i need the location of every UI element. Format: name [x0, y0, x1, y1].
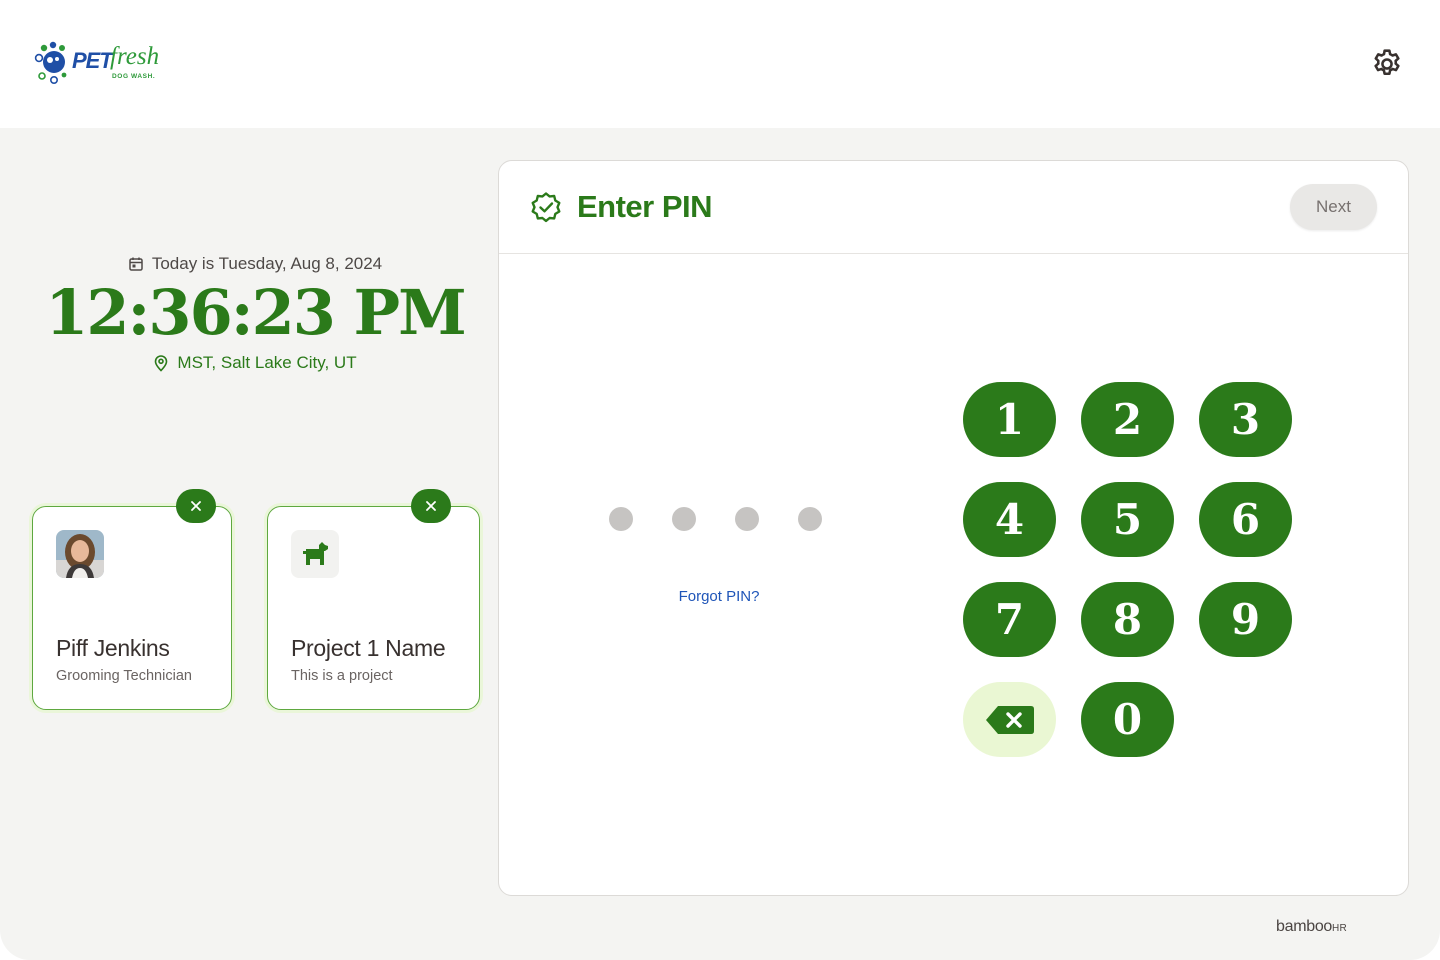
dog-icon	[303, 542, 328, 565]
verified-badge-icon	[531, 192, 561, 223]
keypad-key-1[interactable]: 1	[963, 382, 1056, 457]
pin-panel-header: Enter PIN Next	[499, 161, 1408, 254]
forgot-pin-link[interactable]: Forgot PIN?	[639, 588, 799, 605]
location-text: MST, Salt Lake City, UT	[177, 353, 357, 373]
project-icon-tile	[291, 530, 339, 578]
logo-sub-text: DOG WASH.	[112, 73, 156, 80]
pin-dot	[798, 507, 822, 531]
panel-title: Enter PIN	[529, 189, 713, 225]
date-line: Today is Tuesday, Aug 8, 2024	[20, 254, 490, 274]
keypad-key-4[interactable]: 4	[963, 482, 1056, 557]
pin-panel: Enter PIN Next Forgot PIN? 1 2 3 4 5 6 7…	[498, 160, 1409, 896]
bamboohr-logo-hr: HR	[1332, 923, 1348, 934]
selected-employee-card[interactable]: Piff Jenkins Grooming Technician	[32, 489, 232, 710]
keypad-key-7[interactable]: 7	[963, 582, 1056, 657]
project-description: This is a project	[291, 668, 393, 684]
keypad-key-0[interactable]: 0	[1081, 682, 1174, 757]
avatar	[56, 530, 104, 578]
logo-fresh-text: fresh	[110, 43, 160, 70]
backspace-icon	[985, 705, 1034, 734]
keypad-key-2[interactable]: 2	[1081, 382, 1174, 457]
panel-title-text: Enter PIN	[577, 189, 713, 224]
keypad-key-6[interactable]: 6	[1199, 482, 1292, 557]
close-icon	[191, 501, 201, 511]
logo-pet-text: PET	[72, 48, 113, 73]
pin-dot	[735, 507, 759, 531]
remove-project-button[interactable]	[411, 489, 451, 523]
close-icon	[426, 501, 436, 511]
top-bar: PET fresh DOG WASH.	[0, 0, 1440, 128]
employee-role: Grooming Technician	[56, 668, 192, 684]
location-line: MST, Salt Lake City, UT	[20, 353, 490, 373]
pin-dot	[609, 507, 633, 531]
project-name: Project 1 Name	[291, 635, 446, 661]
selected-project-card[interactable]: Project 1 Name This is a project	[267, 489, 480, 710]
keypad-key-3[interactable]: 3	[1199, 382, 1292, 457]
location-pin-icon	[155, 355, 168, 372]
paw-logo-icon	[34, 41, 67, 84]
keypad-key-5[interactable]: 5	[1081, 482, 1174, 557]
pin-dot	[672, 507, 696, 531]
next-button[interactable]: Next	[1290, 184, 1377, 230]
keypad-key-9[interactable]: 9	[1199, 582, 1292, 657]
keypad-key-8[interactable]: 8	[1081, 582, 1174, 657]
clock-time: 12:36:23 PM	[45, 276, 466, 349]
petfresh-logo: PET fresh DOG WASH.	[34, 38, 174, 88]
date-time-block: Today is Tuesday, Aug 8, 2024 12:36:23 P…	[20, 254, 490, 373]
date-text: Today is Tuesday, Aug 8, 2024	[151, 254, 383, 273]
employee-name: Piff Jenkins	[56, 635, 170, 661]
backspace-button[interactable]	[963, 682, 1056, 757]
remove-employee-button[interactable]	[176, 489, 216, 523]
calendar-icon	[129, 257, 143, 271]
bamboohr-logo: bambooHR	[1276, 918, 1347, 936]
main-content: Today is Tuesday, Aug 8, 2024 12:36:23 P…	[0, 128, 1440, 960]
pin-dots	[609, 507, 822, 531]
gear-icon[interactable]	[1370, 47, 1404, 81]
bamboohr-logo-text: bamboo	[1276, 918, 1333, 935]
